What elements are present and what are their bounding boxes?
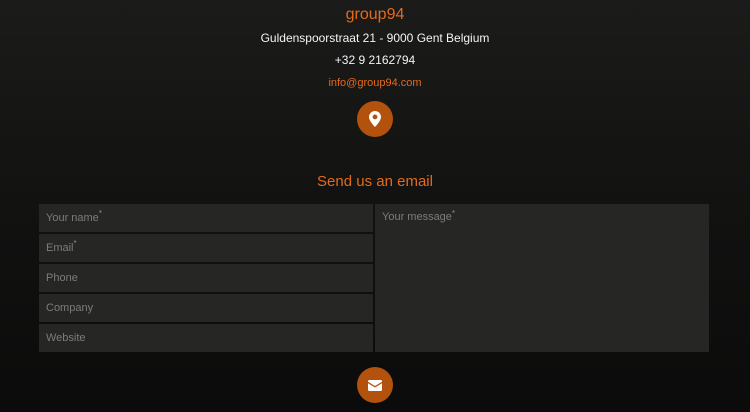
required-mark: * bbox=[73, 239, 77, 248]
email-form-title: Send us an email bbox=[317, 173, 433, 190]
name-input[interactable]: Your name* bbox=[39, 204, 373, 232]
show-map-button[interactable] bbox=[357, 101, 393, 137]
phone-placeholder: Phone bbox=[46, 272, 78, 284]
message-placeholder: Your message bbox=[382, 211, 452, 223]
company-phone: +32 9 2162794 bbox=[334, 53, 416, 67]
email-input[interactable]: Email* bbox=[39, 234, 373, 262]
send-email-button[interactable] bbox=[357, 367, 393, 403]
required-mark: * bbox=[98, 209, 102, 218]
company-input[interactable]: Company bbox=[39, 294, 373, 322]
website-input[interactable]: Website bbox=[39, 324, 373, 352]
email-placeholder: Email bbox=[46, 242, 74, 254]
map-pin-icon bbox=[369, 111, 381, 127]
company-placeholder: Company bbox=[46, 302, 94, 314]
company-address: Guldenspoorstraat 21 - 9000 Gent Belgium bbox=[260, 31, 490, 45]
message-textarea[interactable]: Your message* bbox=[375, 204, 709, 352]
name-placeholder: Your name bbox=[46, 212, 99, 224]
website-placeholder: Website bbox=[46, 332, 86, 344]
phone-input[interactable]: Phone bbox=[39, 264, 373, 292]
required-mark: * bbox=[451, 209, 456, 218]
company-email-link[interactable]: info@group94.com bbox=[0, 75, 750, 91]
company-name: group94 bbox=[345, 6, 405, 23]
envelope-icon bbox=[368, 379, 382, 391]
